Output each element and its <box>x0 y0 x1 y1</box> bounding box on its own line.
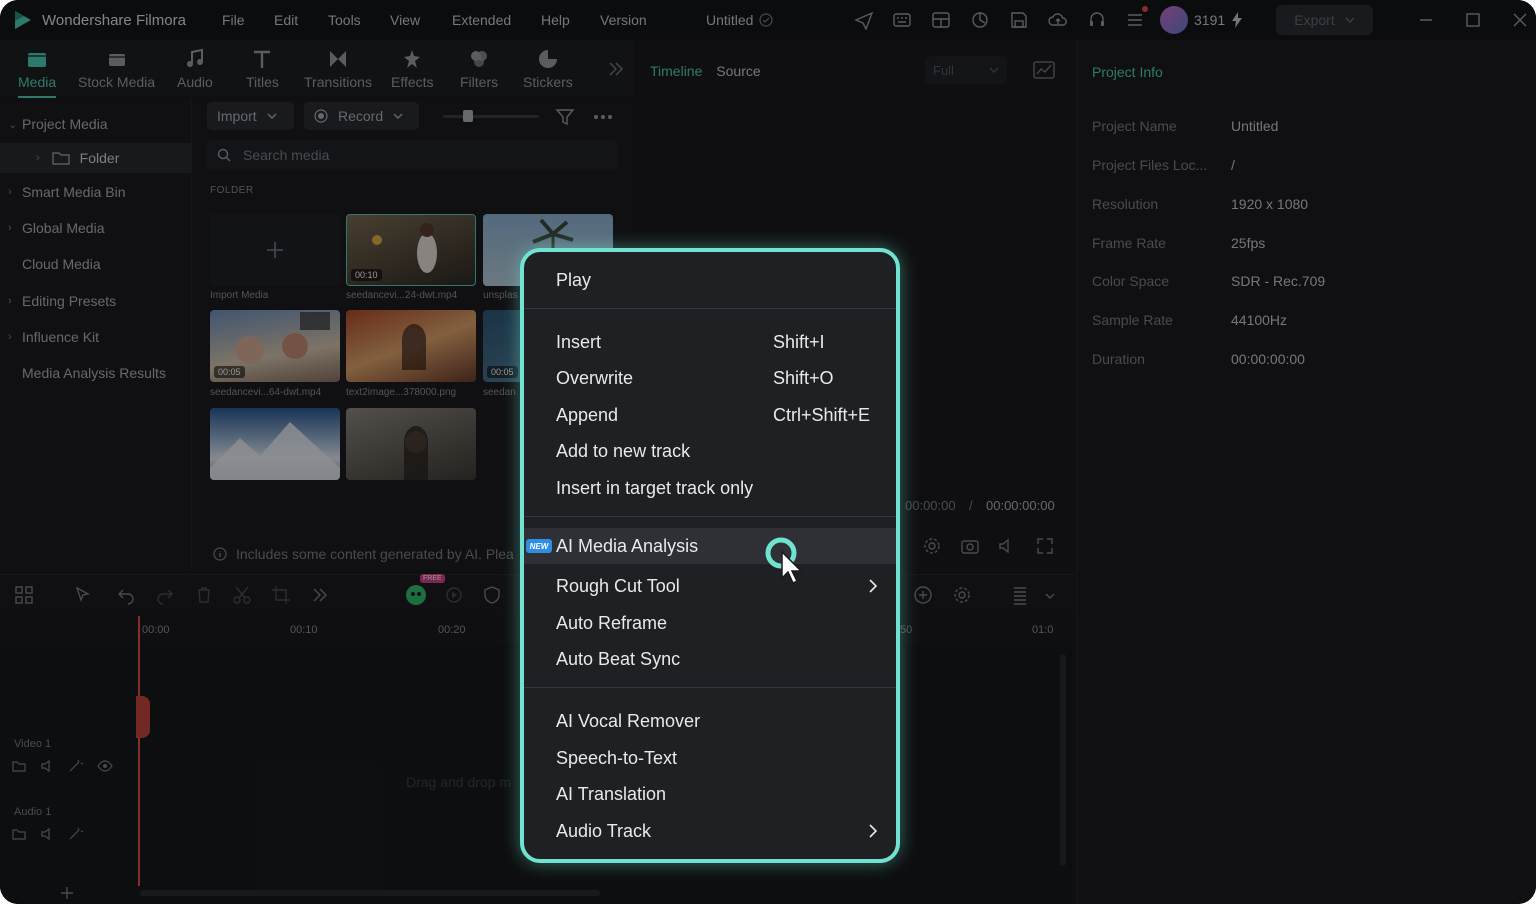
menu-item-label: Speech-to-Text <box>556 747 678 768</box>
menu-item-shortcut: Shift+I <box>773 331 825 352</box>
menu-item-label: AI Vocal Remover <box>556 710 701 731</box>
menu-item-label: AI Translation <box>556 783 667 804</box>
menu-item-ai-vocal-remover[interactable]: AI Vocal Remover <box>524 703 896 739</box>
context-menu: Play Insert Shift+I Overwrite Shift+O Ap… <box>520 248 900 863</box>
menu-item-play[interactable]: Play <box>524 262 896 298</box>
new-badge: NEW <box>526 539 552 553</box>
chevron-right-icon <box>869 579 878 593</box>
menu-item-label: Play <box>556 269 592 290</box>
menu-item-label: Insert <box>556 331 602 352</box>
menu-item-label: Insert in target track only <box>556 477 754 498</box>
menu-item-insert[interactable]: Insert Shift+I <box>524 324 896 360</box>
menu-divider <box>524 687 896 688</box>
menu-item-auto-beat-sync[interactable]: Auto Beat Sync <box>524 641 896 677</box>
menu-divider <box>524 516 896 517</box>
menu-item-label: Append <box>556 404 619 425</box>
menu-item-rough-cut-tool[interactable]: Rough Cut Tool <box>524 568 896 604</box>
menu-item-ai-translation[interactable]: AI Translation <box>524 776 896 812</box>
menu-item-label: Auto Beat Sync <box>556 648 681 669</box>
menu-item-insert-in-target-track-only[interactable]: Insert in target track only <box>524 470 896 506</box>
menu-item-shortcut: Shift+O <box>773 367 834 388</box>
menu-item-overwrite[interactable]: Overwrite Shift+O <box>524 360 896 396</box>
menu-item-label: Rough Cut Tool <box>556 575 680 596</box>
menu-item-label: AI Media Analysis <box>556 535 699 556</box>
filmora-window: Wondershare Filmora File Edit Tools View… <box>0 0 1536 904</box>
menu-item-speech-to-text[interactable]: Speech-to-Text <box>524 740 896 776</box>
mouse-cursor-icon <box>765 537 803 585</box>
menu-item-label: Audio Track <box>556 820 652 841</box>
menu-item-append[interactable]: Append Ctrl+Shift+E <box>524 397 896 433</box>
menu-item-label: Add to new track <box>556 440 691 461</box>
menu-item-add-to-new-track[interactable]: Add to new track <box>524 433 896 469</box>
menu-item-auto-reframe[interactable]: Auto Reframe <box>524 605 896 641</box>
menu-item-label: Overwrite <box>556 367 634 388</box>
menu-item-label: Auto Reframe <box>556 612 668 633</box>
menu-item-ai-media-analysis[interactable]: NEW AI Media Analysis <box>524 528 896 564</box>
menu-item-audio-track[interactable]: Audio Track <box>524 813 896 849</box>
menu-divider <box>524 308 896 309</box>
menu-item-shortcut: Ctrl+Shift+E <box>773 404 871 425</box>
chevron-right-icon <box>869 824 878 838</box>
